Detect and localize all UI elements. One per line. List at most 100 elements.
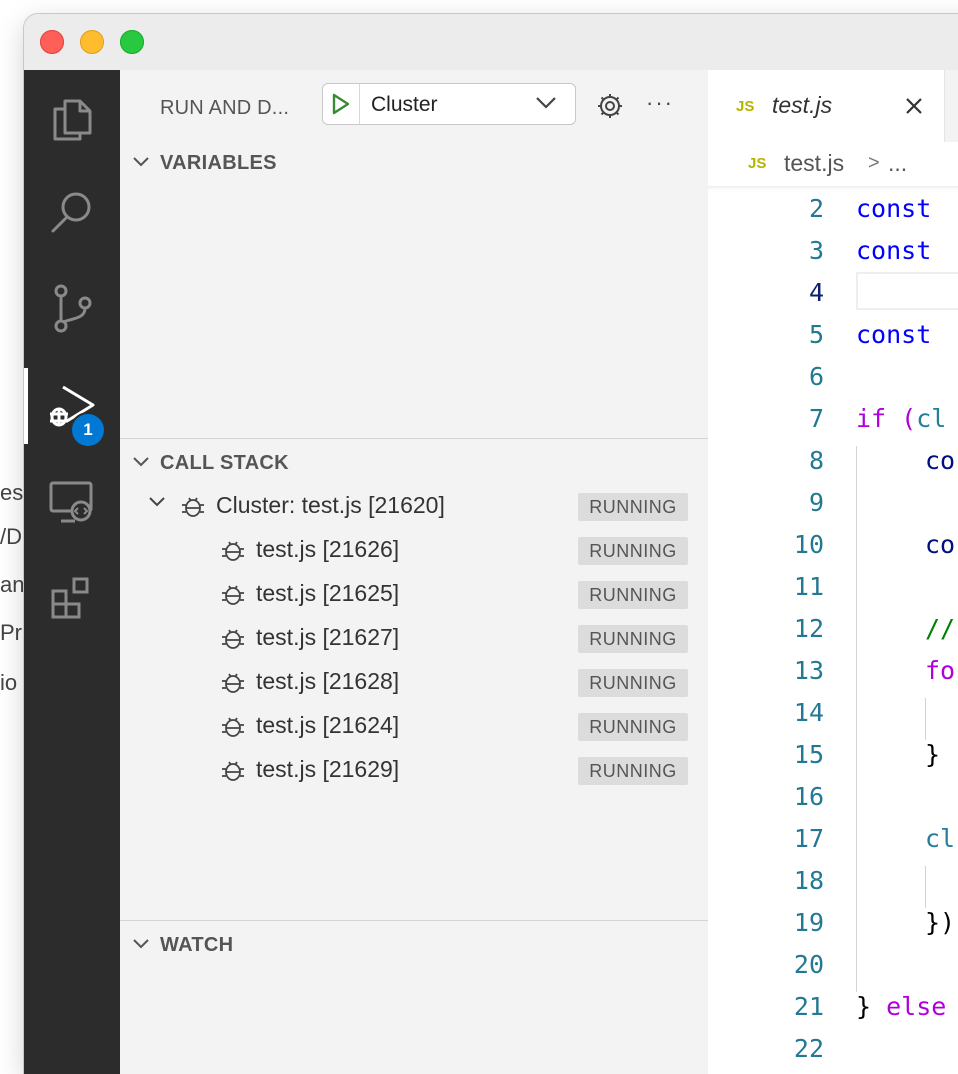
line-number: 14 <box>793 698 824 727</box>
play-icon <box>332 93 350 115</box>
background-desktop: es/D an Pr io <box>0 0 24 1056</box>
activity-explorer[interactable] <box>24 78 120 162</box>
gear-icon[interactable] <box>596 92 624 120</box>
code-text: co <box>925 446 956 475</box>
breadcrumb-symbol[interactable]: ... <box>888 150 907 177</box>
line-number: 5 <box>808 320 824 349</box>
code-line: 16 <box>708 776 958 818</box>
thread-name: test.js [21624] <box>256 712 400 738</box>
breadcrumb: JS test.js > ... <box>708 142 958 186</box>
running-status-badge: RUNNING <box>578 713 688 741</box>
breadcrumb-file[interactable]: test.js <box>784 150 844 177</box>
code-line: 13 fo <box>708 650 958 692</box>
remote-explorer-icon <box>49 481 93 523</box>
sidebar-header: RUN AND D... Cluster ··· <box>120 70 708 142</box>
code-line: 15} <box>708 734 958 776</box>
chevron-down-icon <box>536 97 556 109</box>
code-line: 7 if (cl <box>708 398 958 440</box>
code-editor[interactable]: 2 const 3 const 4 5 const 6 7 if (cl 8 co 9 10 co 11 12 /… <box>708 186 958 1074</box>
call-stack-thread[interactable]: test.js [21624] RUNNING <box>120 704 708 748</box>
code-text: }) <box>925 908 956 937</box>
activity-run-debug[interactable]: 1 <box>24 364 120 448</box>
call-stack-thread[interactable]: test.js [21627] RUNNING <box>120 616 708 660</box>
code-line: 11 <box>708 566 958 608</box>
running-status-badge: RUNNING <box>578 669 688 697</box>
section-divider <box>120 920 708 921</box>
watch-label: WATCH <box>160 934 234 956</box>
minimize-window-button[interactable] <box>80 30 104 54</box>
line-number: 13 <box>793 656 824 685</box>
more-actions-icon[interactable]: ··· <box>646 90 674 116</box>
code-text: } <box>925 740 941 769</box>
variables-section-header[interactable]: VARIABLES <box>120 144 708 180</box>
code-line: 6 <box>708 356 958 398</box>
call-stack-thread[interactable]: test.js [21628] RUNNING <box>120 660 708 704</box>
code-line: 2 const <box>708 188 958 230</box>
call-stack-thread[interactable]: test.js [21629] RUNNING <box>120 748 708 792</box>
call-stack-session[interactable]: Cluster: test.js [21620] RUNNING <box>120 484 708 528</box>
js-file-icon: JS <box>736 98 755 115</box>
indent-guide <box>925 866 926 908</box>
line-number: 12 <box>793 614 824 643</box>
code-line: 5 const <box>708 314 958 356</box>
call-stack-section-header[interactable]: CALL STACK <box>120 444 708 480</box>
code-line: 10 co <box>708 524 958 566</box>
maximize-window-button[interactable] <box>120 30 144 54</box>
activity-search[interactable] <box>24 170 120 254</box>
activity-remote-explorer[interactable] <box>24 460 120 544</box>
bug-icon <box>220 580 246 608</box>
background-text-fragment: es <box>0 480 24 505</box>
chevron-down-icon <box>133 939 149 949</box>
tab-test-js[interactable]: JS test.js <box>708 70 945 142</box>
line-number: 7 <box>808 404 824 433</box>
close-window-button[interactable] <box>40 30 64 54</box>
line-number: 9 <box>808 488 824 517</box>
call-stack-thread[interactable]: test.js [21626] RUNNING <box>120 528 708 572</box>
breadcrumb-separator: > <box>868 152 880 174</box>
running-status-badge: RUNNING <box>578 493 688 521</box>
run-debug-sidebar: RUN AND D... Cluster ··· VARIABLES CALL … <box>120 70 708 1074</box>
activity-source-control[interactable] <box>24 266 120 350</box>
debug-config-select[interactable]: Cluster <box>322 83 576 125</box>
code-text: if (cl <box>856 404 947 433</box>
code-line: 20 <box>708 944 958 986</box>
running-status-badge: RUNNING <box>578 625 688 653</box>
line-number: 16 <box>793 782 824 811</box>
code-line: 22 <box>708 1028 958 1070</box>
start-debugging-button[interactable] <box>323 84 360 124</box>
thread-name: test.js [21628] <box>256 668 400 694</box>
code-line: 8 co <box>708 440 958 482</box>
vscode-window: 1 RUN AND D... Cluster ··· VARIABLES CAL… <box>24 14 958 1074</box>
line-number: 22 <box>793 1034 824 1063</box>
line-number: 4 <box>808 278 824 307</box>
background-text-fragment: Pr <box>0 620 22 645</box>
source-control-icon <box>54 284 92 333</box>
thread-name: test.js [21629] <box>256 756 400 782</box>
code-text: const <box>856 236 932 265</box>
tab-bar: JS test.js <box>708 70 958 142</box>
files-icon <box>53 99 92 141</box>
line-number: 15 <box>793 740 824 769</box>
activity-extensions[interactable] <box>24 556 120 640</box>
chevron-down-icon <box>133 157 149 167</box>
extensions-icon <box>51 577 89 619</box>
close-tab-icon[interactable] <box>904 96 924 116</box>
code-line: 19}) <box>708 902 958 944</box>
code-line: 3 const <box>708 230 958 272</box>
line-number: 17 <box>793 824 824 853</box>
tab-filename: test.js <box>772 92 833 118</box>
running-status-badge: RUNNING <box>578 537 688 565</box>
call-stack-thread[interactable]: test.js [21625] RUNNING <box>120 572 708 616</box>
line-number: 20 <box>793 950 824 979</box>
variables-label: VARIABLES <box>160 152 277 174</box>
watch-section-header[interactable]: WATCH <box>120 926 708 962</box>
current-line-highlight <box>856 272 958 310</box>
running-status-badge: RUNNING <box>578 581 688 609</box>
background-text-fragment: /D <box>0 524 22 549</box>
bug-icon <box>220 624 246 652</box>
js-file-icon: JS <box>748 155 767 172</box>
code-line: 17 cl <box>708 818 958 860</box>
code-line: 14 <box>708 692 958 734</box>
chevron-down-icon[interactable] <box>148 496 166 508</box>
debug-sessions-badge: 1 <box>72 414 104 446</box>
